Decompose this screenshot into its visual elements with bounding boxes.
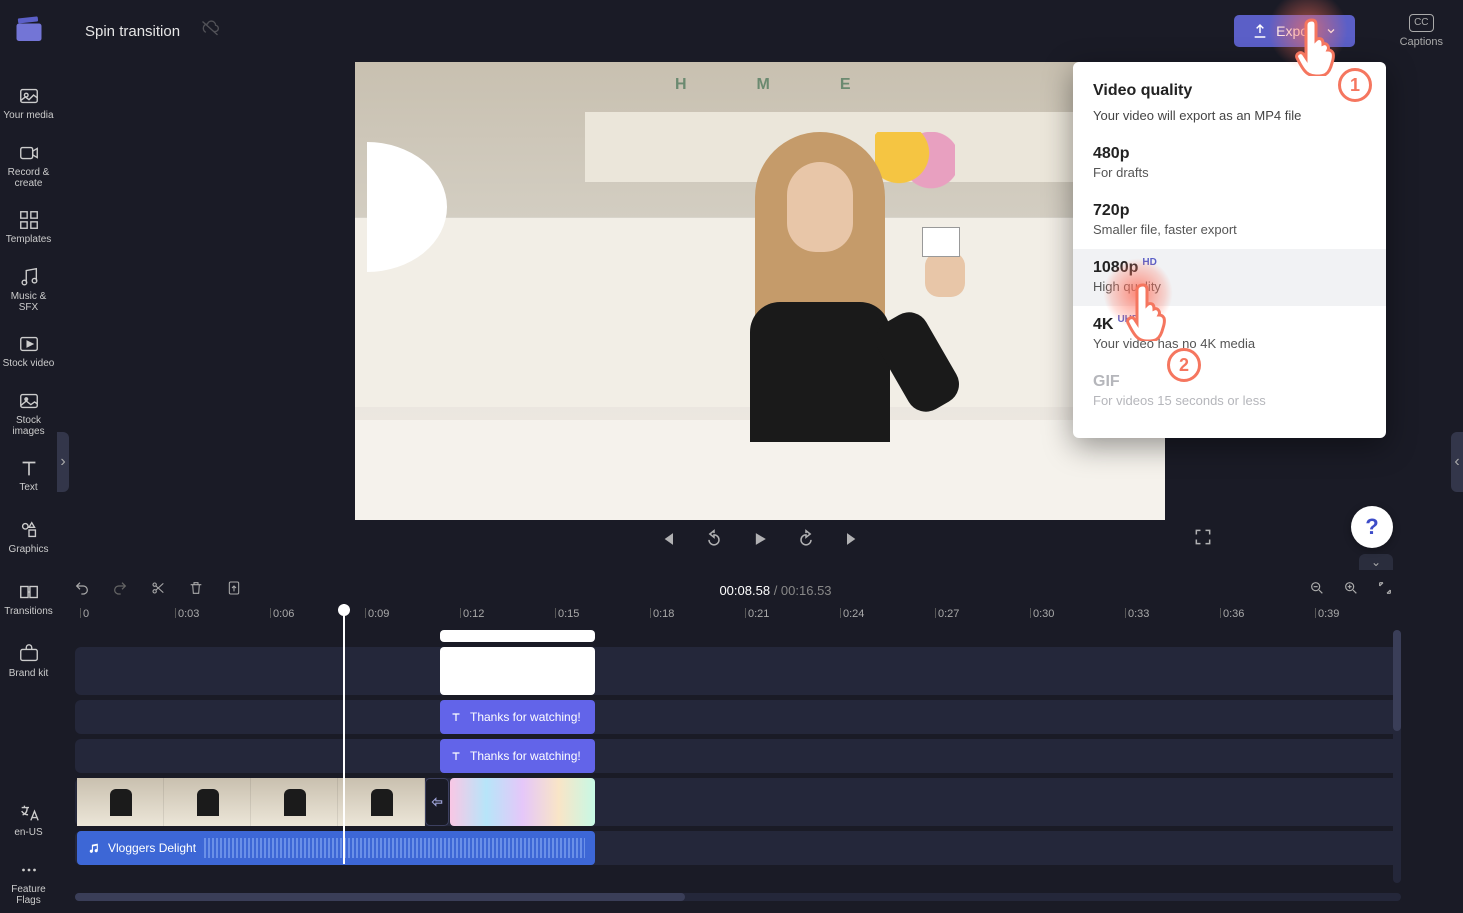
track-text-1[interactable]: Thanks for watching!: [75, 700, 1401, 734]
text-icon: [450, 750, 462, 762]
sidebar-item-brand-kit[interactable]: Brand kit: [0, 630, 57, 692]
zoom-in-button[interactable]: [1343, 580, 1359, 601]
left-panel-toggle[interactable]: ›: [57, 432, 69, 492]
zoom-out-button[interactable]: [1309, 580, 1325, 601]
redo-button[interactable]: [112, 580, 128, 601]
popup-subtitle: Your video will export as an MP4 file: [1073, 100, 1386, 135]
forward-button[interactable]: [796, 529, 816, 554]
music-icon: [87, 842, 100, 855]
topbar: Spin transition Export CC Captions: [0, 0, 1463, 62]
clip-overlay-2[interactable]: [440, 647, 595, 695]
transition-badge[interactable]: [425, 778, 449, 826]
sidebar-item-templates[interactable]: Templates: [0, 196, 57, 258]
project-title[interactable]: Spin transition: [85, 23, 180, 40]
track-audio[interactable]: Vloggers Delight: [75, 831, 1401, 865]
cut-button[interactable]: [150, 580, 166, 601]
right-panel-toggle[interactable]: ‹: [1451, 432, 1463, 492]
annotation-pointer-1: 1: [1268, 0, 1348, 70]
sidebar-item-language[interactable]: en-US: [0, 789, 57, 851]
timeline-toolbar: 00:08.58 / 00:16.53: [60, 570, 1403, 610]
captions-button[interactable]: CC Captions: [1400, 14, 1443, 48]
help-button[interactable]: ?: [1351, 506, 1393, 548]
sidebar-item-stock-video[interactable]: Stock video: [0, 320, 57, 382]
sidebar-item-feature-flags[interactable]: Feature Flags: [0, 851, 57, 913]
skip-next-button[interactable]: [842, 529, 862, 554]
text-icon: [450, 711, 462, 723]
annotation-pointer-2: 2: [1103, 258, 1173, 328]
timeline-scrollbar-h[interactable]: [75, 893, 1401, 901]
playback-controls: [355, 520, 1165, 562]
timeline-tracks: Thanks for watching! Thanks for watching…: [75, 630, 1401, 883]
sidebar-item-record-create[interactable]: Record & create: [0, 134, 57, 196]
quality-gif[interactable]: GIF For videos 15 seconds or less: [1073, 363, 1386, 420]
left-sidebar: Your media Record & create Templates Mus…: [0, 62, 57, 913]
sidebar-item-transitions[interactable]: Transitions: [0, 568, 57, 630]
sync-disabled-icon: [200, 19, 220, 44]
export-frame-button[interactable]: [226, 580, 242, 601]
timeline-ruler[interactable]: 0 0:03 0:06 0:09 0:12 0:15 0:18 0:21 0:2…: [75, 608, 1401, 630]
cc-icon: CC: [1409, 14, 1433, 32]
sidebar-item-music-sfx[interactable]: Music & SFX: [0, 258, 57, 320]
app-logo[interactable]: [8, 10, 50, 52]
skip-prev-button[interactable]: [658, 529, 678, 554]
track-text-2[interactable]: Thanks for watching!: [75, 739, 1401, 773]
clip-caption-2[interactable]: Thanks for watching!: [440, 739, 595, 773]
fit-timeline-button[interactable]: [1377, 580, 1393, 601]
track-overlay[interactable]: [75, 647, 1401, 695]
timeline-collapse-chevron[interactable]: ⌄: [1359, 554, 1393, 570]
timeline-scrollbar-v[interactable]: [1393, 630, 1401, 883]
rewind-button[interactable]: [704, 529, 724, 554]
undo-button[interactable]: [74, 580, 90, 601]
export-icon: [1252, 23, 1268, 39]
sidebar-item-graphics[interactable]: Graphics: [0, 506, 57, 568]
track-video[interactable]: [75, 778, 1401, 826]
sidebar-item-your-media[interactable]: Your media: [0, 72, 57, 134]
clip-overlay-1[interactable]: [440, 630, 595, 642]
sidebar-item-stock-images[interactable]: Stock images: [0, 382, 57, 444]
clip-holo-video[interactable]: [450, 778, 595, 826]
fullscreen-button[interactable]: [1193, 527, 1213, 552]
timeline-timecode: 00:08.58 / 00:16.53: [242, 583, 1309, 598]
delete-button[interactable]: [188, 580, 204, 601]
play-button[interactable]: [750, 529, 770, 554]
clip-main-video[interactable]: [77, 778, 425, 826]
quality-480p[interactable]: 480p For drafts: [1073, 135, 1386, 192]
clip-caption-1[interactable]: Thanks for watching!: [440, 700, 595, 734]
playhead[interactable]: [343, 604, 345, 864]
quality-720p[interactable]: 720p Smaller file, faster export: [1073, 192, 1386, 249]
clip-audio[interactable]: Vloggers Delight: [77, 831, 595, 865]
sidebar-item-text[interactable]: Text: [0, 444, 57, 506]
export-quality-popup: Video quality Your video will export as …: [1073, 62, 1386, 438]
video-preview[interactable]: HME: [355, 62, 1165, 520]
